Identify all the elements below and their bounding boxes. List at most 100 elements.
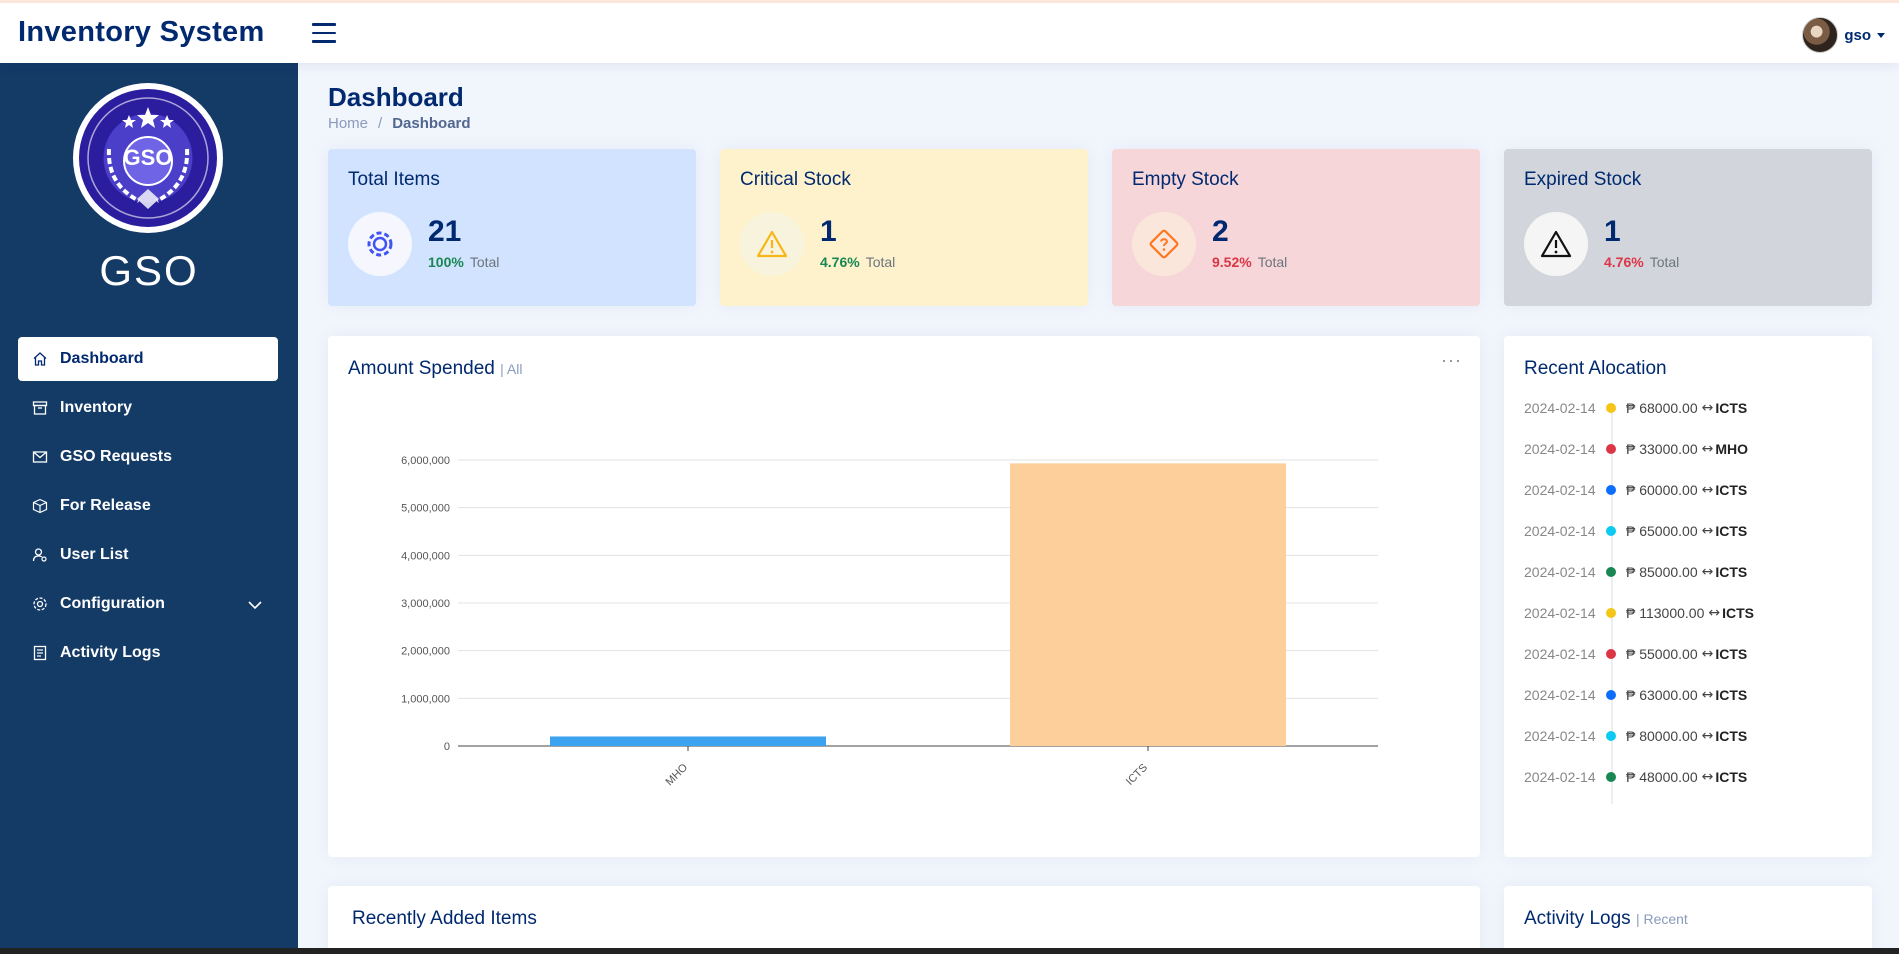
allocation-date: 2024-02-14 (1524, 564, 1596, 580)
sidebar-nav: Dashboard Inventory GSO Requests For Rel… (18, 337, 278, 680)
status-dot (1606, 649, 1616, 659)
app-title[interactable]: Inventory System (18, 16, 265, 49)
stat-percent: 100% (428, 254, 464, 270)
sidebar-brand: GSO (99, 247, 199, 294)
allocation-department: ICTS (1715, 646, 1748, 662)
allocation-department: ICTS (1715, 728, 1748, 744)
journal-icon (32, 645, 48, 661)
status-dot (1606, 444, 1616, 454)
recently-added-card: Recently Added Items (328, 886, 1480, 954)
user-menu[interactable]: gso (1802, 17, 1885, 53)
sidebar-item-dashboard[interactable]: Dashboard (18, 337, 278, 381)
arrow-icon: ↔ (1701, 523, 1714, 539)
y-tick-label: 6,000,000 (401, 455, 450, 467)
amount-spended-card: Amount Spended | All ··· 0 1,000,000 2,000… (328, 336, 1480, 857)
archive-icon (32, 400, 48, 416)
allocation-amount: ₱ 55000.00 (1626, 646, 1698, 662)
user-name[interactable]: gso (1844, 27, 1871, 44)
allocation-date: 2024-02-14 (1524, 441, 1596, 457)
allocation-department: ICTS (1715, 482, 1748, 498)
recent-allocation-title: Recent Alocation (1524, 358, 1667, 379)
allocation-department: ICTS (1715, 523, 1748, 539)
sidebar-item-configuration[interactable]: Configuration (18, 582, 278, 626)
allocation-date: 2024-02-14 (1524, 523, 1596, 539)
stat-percent: 4.76% (820, 254, 860, 270)
status-dot (1606, 731, 1616, 741)
page-title: Dashboard (328, 82, 464, 112)
sidebar-item-label: For Release (60, 497, 151, 514)
hamburger-menu-icon[interactable] (312, 23, 336, 43)
status-dot (1606, 772, 1616, 782)
stat-percent: 9.52% (1212, 254, 1252, 270)
sidebar-item-gso-requests[interactable]: GSO Requests (18, 435, 278, 479)
person-gear-icon (32, 547, 48, 563)
gear-icon (348, 212, 412, 276)
bar-chart: 0 1,000,000 2,000,000 3,000,000 4,000,000 5,0… (401, 455, 1378, 788)
breadcrumb-separator: / (378, 115, 383, 132)
allocation-amount: ₱ 85000.00 (1626, 564, 1698, 580)
allocation-amount: ₱ 80000.00 (1626, 728, 1698, 744)
box-icon (32, 498, 48, 514)
bottom-strip (0, 948, 1899, 954)
y-tick-label: 5,000,000 (401, 503, 450, 515)
stat-title: Empty Stock (1132, 169, 1239, 190)
stat-label: Total (1257, 254, 1288, 270)
allocation-amount: ₱ 33000.00 (1626, 441, 1698, 457)
sidebar-item-label: Inventory (60, 399, 133, 416)
arrow-icon: ↔ (1701, 482, 1714, 498)
stat-value: 1 (820, 215, 837, 248)
gso-logo: GSO (73, 83, 223, 233)
status-dot (1606, 690, 1616, 700)
sidebar-item-label: Dashboard (60, 350, 144, 367)
sidebar-item-inventory[interactable]: Inventory (18, 386, 278, 430)
sidebar-item-for-release[interactable]: For Release (18, 484, 278, 528)
stat-title: Critical Stock (740, 169, 851, 190)
stat-sub: 4.76% Total (1604, 254, 1679, 270)
sign-question-icon (1132, 212, 1196, 276)
avatar[interactable] (1802, 17, 1839, 53)
allocation-amount: ₱ 48000.00 (1626, 769, 1698, 785)
allocation-item: 2024-02-14 ₱ 113000.00 ↔ ICTS (1524, 603, 1754, 623)
caret-down-icon (1877, 32, 1885, 38)
arrow-icon: ↔ (1701, 400, 1714, 416)
arrow-icon: ↔ (1701, 441, 1714, 457)
allocation-amount: ₱ 63000.00 (1626, 687, 1698, 703)
bar-icts (1010, 463, 1286, 746)
status-dot (1606, 403, 1616, 413)
breadcrumb-home[interactable]: Home (328, 115, 368, 132)
stat-sub: 100% Total (428, 254, 499, 270)
allocation-item: 2024-02-14 ₱ 33000.00 ↔ MHO (1524, 439, 1748, 459)
allocation-item: 2024-02-14 ₱ 63000.00 ↔ ICTS (1524, 685, 1747, 705)
stat-card-expired-stock: Expired Stock 1 4.76% Total (1504, 149, 1872, 306)
x-tick-label: ICTS (1124, 762, 1150, 788)
arrow-icon: ↔ (1701, 769, 1714, 785)
logo-text: GSO (123, 145, 173, 170)
sidebar-item-activity-logs[interactable]: Activity Logs (18, 631, 278, 675)
top-header: Inventory System gso (0, 0, 1899, 63)
allocation-item: 2024-02-14 ₱ 60000.00 ↔ ICTS (1524, 480, 1747, 500)
sidebar-item-label: Configuration (60, 595, 165, 612)
arrow-icon: ↔ (1701, 728, 1714, 744)
breadcrumb-current: Dashboard (392, 115, 471, 132)
arrow-icon: ↔ (1708, 605, 1721, 621)
activity-logs-filter[interactable]: | Recent (1636, 911, 1688, 927)
allocation-item: 2024-02-14 ₱ 68000.00 ↔ ICTS (1524, 398, 1747, 418)
stat-label: Total (469, 254, 500, 270)
y-tick-label: 4,000,000 (401, 550, 450, 562)
allocation-date: 2024-02-14 (1524, 605, 1596, 621)
allocation-amount: ₱ 60000.00 (1626, 482, 1698, 498)
arrow-icon: ↔ (1701, 564, 1714, 580)
chevron-down-icon[interactable] (248, 597, 262, 615)
status-dot (1606, 567, 1616, 577)
recent-allocation-card: Recent Alocation 2024-02-14 ₱ 68000.00 ↔ IC… (1504, 336, 1872, 857)
warning-icon (740, 212, 804, 276)
sidebar-item-label: User List (60, 546, 129, 563)
y-tick-label: 2,000,000 (401, 646, 450, 658)
envelope-icon (32, 449, 48, 465)
stat-title: Total Items (348, 169, 440, 190)
sidebar-item-user-list[interactable]: User List (18, 533, 278, 577)
sidebar: GSO GSO Dashboard Inventory GSO Requests (0, 63, 298, 954)
y-tick-label: 0 (444, 741, 450, 753)
arrow-icon: ↔ (1701, 687, 1714, 703)
arrow-icon: ↔ (1701, 646, 1714, 662)
